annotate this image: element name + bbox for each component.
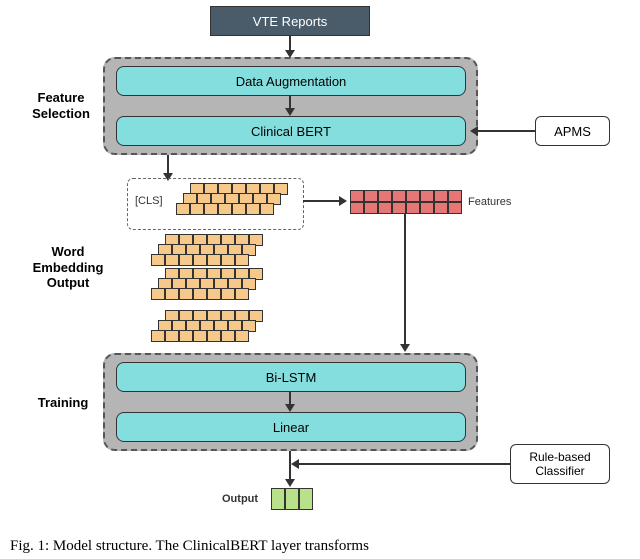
token-cell — [179, 330, 193, 342]
feature-cell — [350, 202, 364, 214]
arrow-head-icon — [285, 108, 295, 116]
arrow-line — [303, 200, 341, 202]
token-cell — [179, 288, 193, 300]
token-cell — [165, 254, 179, 266]
arrow-head-icon — [470, 126, 478, 136]
token-cell — [151, 254, 165, 266]
feature-cell — [350, 190, 364, 202]
data-augmentation-box: Data Augmentation — [116, 66, 466, 96]
token-row — [151, 330, 249, 342]
feature-cell — [406, 202, 420, 214]
output-row — [271, 488, 313, 510]
feature-cell — [392, 202, 406, 214]
token-cell — [246, 203, 260, 215]
token-cell — [232, 203, 246, 215]
token-cell — [176, 203, 190, 215]
bilstm-label: Bi-LSTM — [266, 370, 317, 385]
feature-selection-label: Feature Selection — [23, 90, 99, 121]
features-label: Features — [468, 196, 511, 208]
token-row — [151, 254, 249, 266]
feature-cell — [378, 202, 392, 214]
token-cell — [260, 203, 274, 215]
token-cell — [221, 254, 235, 266]
feature-cell — [448, 190, 462, 202]
arrow-head-icon — [285, 404, 295, 412]
arrow-line — [478, 130, 535, 132]
training-label: Training — [28, 395, 98, 411]
arrow-line — [404, 214, 406, 346]
token-cell — [204, 203, 218, 215]
token-cell — [151, 288, 165, 300]
token-cell — [235, 330, 249, 342]
apms-label: APMS — [554, 124, 591, 139]
apms-box: APMS — [535, 116, 610, 146]
arrow-line — [289, 451, 291, 481]
rule-classifier-label: Rule-based Classifier — [529, 450, 590, 478]
token-cell — [221, 288, 235, 300]
feature-cell — [364, 190, 378, 202]
arrow-head-icon — [339, 196, 347, 206]
token-cell — [207, 288, 221, 300]
token-cell — [179, 254, 193, 266]
clinical-bert-box: Clinical BERT — [116, 116, 466, 146]
word-embedding-label: Word Embedding Output — [23, 244, 113, 291]
bilstm-box: Bi-LSTM — [116, 362, 466, 392]
arrow-head-icon — [285, 479, 295, 487]
feature-cell — [448, 202, 462, 214]
clinical-bert-label: Clinical BERT — [251, 124, 331, 139]
vte-reports-label: VTE Reports — [253, 14, 327, 29]
feature-cell — [434, 190, 448, 202]
feature-cell — [406, 190, 420, 202]
linear-box: Linear — [116, 412, 466, 442]
output-cell — [285, 488, 299, 510]
cls-label: [CLS] — [135, 195, 163, 207]
output-label: Output — [222, 493, 258, 505]
token-cell — [193, 288, 207, 300]
token-cell — [193, 254, 207, 266]
feature-cell — [392, 190, 406, 202]
arrow-head-icon — [400, 344, 410, 352]
token-row — [176, 203, 274, 215]
feature-row — [350, 190, 462, 202]
feature-cell — [420, 190, 434, 202]
token-cell — [235, 288, 249, 300]
token-cell — [221, 330, 235, 342]
token-cell — [165, 330, 179, 342]
figure-caption: Fig. 1: Model structure. The ClinicalBER… — [10, 538, 369, 555]
arrow-line — [298, 463, 510, 465]
feature-cell — [364, 202, 378, 214]
arrow-line — [167, 155, 169, 175]
feature-cell — [434, 202, 448, 214]
feature-cell — [378, 190, 392, 202]
token-cell — [207, 254, 221, 266]
linear-label: Linear — [273, 420, 309, 435]
token-cell — [235, 254, 249, 266]
token-cell — [218, 203, 232, 215]
token-row — [151, 288, 249, 300]
rule-classifier-box: Rule-based Classifier — [510, 444, 610, 484]
output-cell — [271, 488, 285, 510]
token-cell — [190, 203, 204, 215]
token-cell — [165, 288, 179, 300]
feature-cell — [420, 202, 434, 214]
token-cell — [207, 330, 221, 342]
arrow-head-icon — [291, 459, 299, 469]
feature-row — [350, 202, 462, 214]
data-augmentation-label: Data Augmentation — [236, 74, 347, 89]
vte-reports-box: VTE Reports — [210, 6, 370, 36]
token-cell — [193, 330, 207, 342]
output-cell — [299, 488, 313, 510]
token-cell — [151, 330, 165, 342]
